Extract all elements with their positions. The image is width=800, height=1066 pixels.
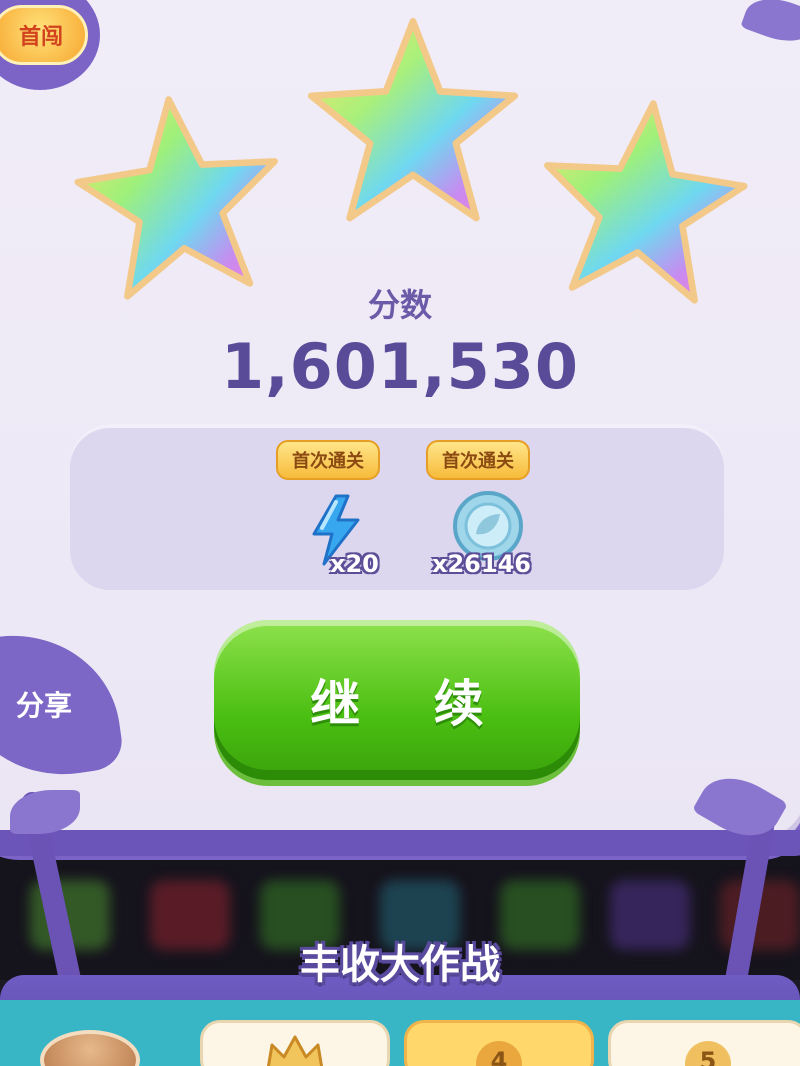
first-clear-tag: 首次通关 bbox=[276, 440, 380, 480]
score-label: 分数 bbox=[367, 286, 432, 324]
star-icon bbox=[300, 10, 526, 236]
level-card[interactable] bbox=[200, 1020, 390, 1066]
first-clear-tag: 首次通关 bbox=[426, 440, 530, 480]
level-card[interactable]: 5 bbox=[608, 1020, 800, 1066]
level-number: 4 bbox=[476, 1041, 522, 1066]
reward-quantity: x26146 bbox=[432, 550, 531, 578]
score-value: 1,601,530 bbox=[220, 330, 580, 403]
level-card[interactable]: 4 bbox=[404, 1020, 594, 1066]
reward-box bbox=[70, 424, 724, 590]
reward-quantity: x20 bbox=[330, 550, 379, 578]
continue-button[interactable]: 继 续 bbox=[214, 620, 580, 780]
level-number: 5 bbox=[685, 1041, 731, 1066]
panel-frame-edge bbox=[0, 830, 800, 856]
share-button-label: 分享 bbox=[15, 689, 72, 723]
badge-label: 首闯 bbox=[0, 5, 88, 65]
level-title: 丰收大作战 bbox=[300, 942, 500, 988]
crown-icon bbox=[266, 1035, 324, 1066]
